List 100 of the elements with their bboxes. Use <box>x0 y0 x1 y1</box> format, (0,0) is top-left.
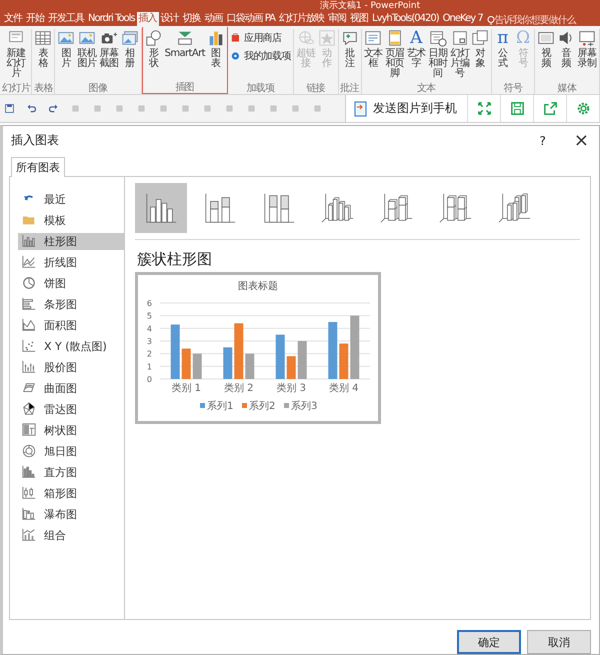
add-in-icon <box>230 50 242 62</box>
picture-icon <box>78 29 96 47</box>
picture-icon <box>57 29 76 47</box>
close-button[interactable]: × <box>574 132 589 150</box>
chart-type-item[interactable]: 面积图 <box>18 316 124 334</box>
stock-chart-icon <box>22 360 36 374</box>
chart-type-item[interactable]: 柱形图 <box>18 232 124 250</box>
group-label: 插图 <box>175 82 194 93</box>
chart-subtype-title: 簇状柱形图 <box>137 250 213 269</box>
globe-link-icon <box>296 29 315 47</box>
phone-icon <box>354 100 368 116</box>
ribbon-tab[interactable]: 动画 <box>202 12 225 26</box>
group-label: 链接 <box>306 83 326 94</box>
category-label: 类别 3 <box>276 382 306 394</box>
ribbon-tab[interactable]: Nordri Tools <box>86 12 137 26</box>
legend-label: 系列2 <box>249 400 276 412</box>
legend-item: 系列3 <box>284 400 318 412</box>
sunburst-icon <box>22 444 36 458</box>
ribbon-button[interactable]: 文本框 <box>362 29 384 69</box>
chart-subtype-button[interactable] <box>135 182 187 233</box>
ribbon-button[interactable]: 音频 <box>556 29 576 69</box>
undo-icon[interactable] <box>26 103 37 114</box>
chart-type-item[interactable]: X Y (散点图) <box>18 338 124 355</box>
ribbon-tab[interactable]: 文件 <box>2 12 24 26</box>
ribbon-button[interactable]: 批注 <box>340 29 360 69</box>
ribbon-tab[interactable]: 开始 <box>24 12 46 26</box>
ribbon-button[interactable]: 表格 <box>33 29 54 69</box>
bar <box>298 340 307 379</box>
ribbon-button[interactable]: 联机图片 <box>76 29 98 69</box>
ribbon-button[interactable]: 视频 <box>536 29 556 69</box>
cancel-button[interactable]: 取消 <box>527 630 591 654</box>
group-label: 批注 <box>340 83 360 94</box>
screen-record-icon <box>578 29 596 47</box>
bar <box>223 346 232 379</box>
ribbon-tab[interactable]: OneKey 7 <box>440 12 485 26</box>
ribbon-button[interactable]: π 公式 <box>492 29 513 69</box>
chart-type-item[interactable]: 雷达图 <box>18 400 124 418</box>
shapes-icon <box>144 29 163 47</box>
ribbon-tab[interactable]: 口袋动画 PA <box>224 12 278 26</box>
ribbon-button[interactable]: 图表 <box>206 29 226 69</box>
chart-type-item[interactable]: 饼图 <box>18 274 124 292</box>
group-label: 幻灯片 <box>2 83 30 94</box>
ribbon-tab[interactable]: LvyhTools(0420) <box>370 12 441 26</box>
axis-tick-label: 4 <box>146 324 152 333</box>
text-box-icon <box>364 29 382 47</box>
chart-preview[interactable]: 图表标题 0 1 2 3 4 5 6 类别 1 类别 2 类别 3 类别 4 系列1 系列2 系列3 <box>135 272 381 424</box>
ribbon-button[interactable]: A 艺术字 <box>406 29 427 69</box>
ribbon-button[interactable]: 相册 <box>120 29 140 69</box>
ribbon-button[interactable]: 应用商店 <box>228 32 283 46</box>
bar <box>170 324 180 379</box>
chart-type-item[interactable]: 直方图 <box>18 464 124 481</box>
chart-type-item[interactable]: 条形图 <box>18 296 124 313</box>
ribbon-tab[interactable]: 视图 <box>348 12 370 26</box>
chart-type-item[interactable]: 最近 <box>18 190 124 208</box>
ribbon-button[interactable]: 屏幕截图 <box>98 29 120 69</box>
group-label: 符号 <box>504 83 522 94</box>
help-button[interactable]: ? <box>540 134 546 148</box>
scatter-chart-icon <box>22 339 36 354</box>
ribbon-button[interactable]: 对象 <box>470 29 490 69</box>
chart-type-item[interactable]: 旭日图 <box>18 442 124 460</box>
chart-type-item[interactable]: 曲面图 <box>18 380 124 397</box>
ribbon-button[interactable]: 图片 <box>56 29 76 69</box>
ribbon-button[interactable]: 形状 <box>144 29 164 69</box>
save-icon <box>508 100 526 117</box>
ribbon-tab[interactable]: 插入 <box>136 12 159 26</box>
chart-type-item[interactable]: 树状图 <box>18 422 124 439</box>
settings-icon <box>574 100 592 117</box>
comment-icon <box>340 29 359 47</box>
ribbon-tab[interactable]: 开发工具 <box>46 12 86 26</box>
axis-tick-label: 0 <box>146 374 152 384</box>
omega-icon: Ω <box>516 29 530 47</box>
bar <box>286 356 296 379</box>
bar-chart-icon <box>206 29 225 47</box>
chart-type-item[interactable]: 折线图 <box>18 254 124 271</box>
chart-type-item[interactable]: 组合 <box>18 526 124 544</box>
ribbon-button[interactable]: 屏幕录制 <box>576 29 598 69</box>
calendar-icon <box>428 29 447 47</box>
ribbon-button[interactable]: 新建幻灯片 <box>5 29 28 79</box>
ribbon-button[interactable]: SmartArt <box>164 29 206 59</box>
table-icon <box>34 29 52 47</box>
chart-type-item[interactable]: 瀑布图 <box>18 506 124 523</box>
ok-button[interactable]: 确定 <box>457 630 521 654</box>
ribbon-button[interactable]: 幻灯片编号 <box>448 29 471 79</box>
ribbon-button[interactable]: 日期和时间 <box>426 29 449 79</box>
fullscreen-icon <box>476 100 492 117</box>
line-chart-icon <box>22 255 36 270</box>
ribbon-tab[interactable]: 切换 <box>180 12 203 26</box>
ribbon-tab[interactable]: 设计 <box>158 12 181 26</box>
ribbon-tab[interactable]: 幻灯片放映 <box>277 12 326 26</box>
ribbon-button[interactable]: 页眉和页脚 <box>384 29 406 79</box>
chart-type-item[interactable]: 股价图 <box>18 358 124 376</box>
dialog-tab[interactable]: 所有图表 <box>11 156 65 177</box>
ribbon-button[interactable]: 我的加载项 <box>228 50 292 64</box>
bar <box>276 334 285 379</box>
tell-me-field[interactable]: 告诉我你想要做什么 <box>494 15 587 26</box>
redo-icon[interactable] <box>48 103 59 114</box>
chart-type-item[interactable]: 箱形图 <box>18 484 124 502</box>
chart-type-item[interactable]: 模板 <box>18 212 124 229</box>
save-icon[interactable] <box>4 103 15 114</box>
ribbon-tab[interactable]: 审阅 <box>326 12 348 26</box>
